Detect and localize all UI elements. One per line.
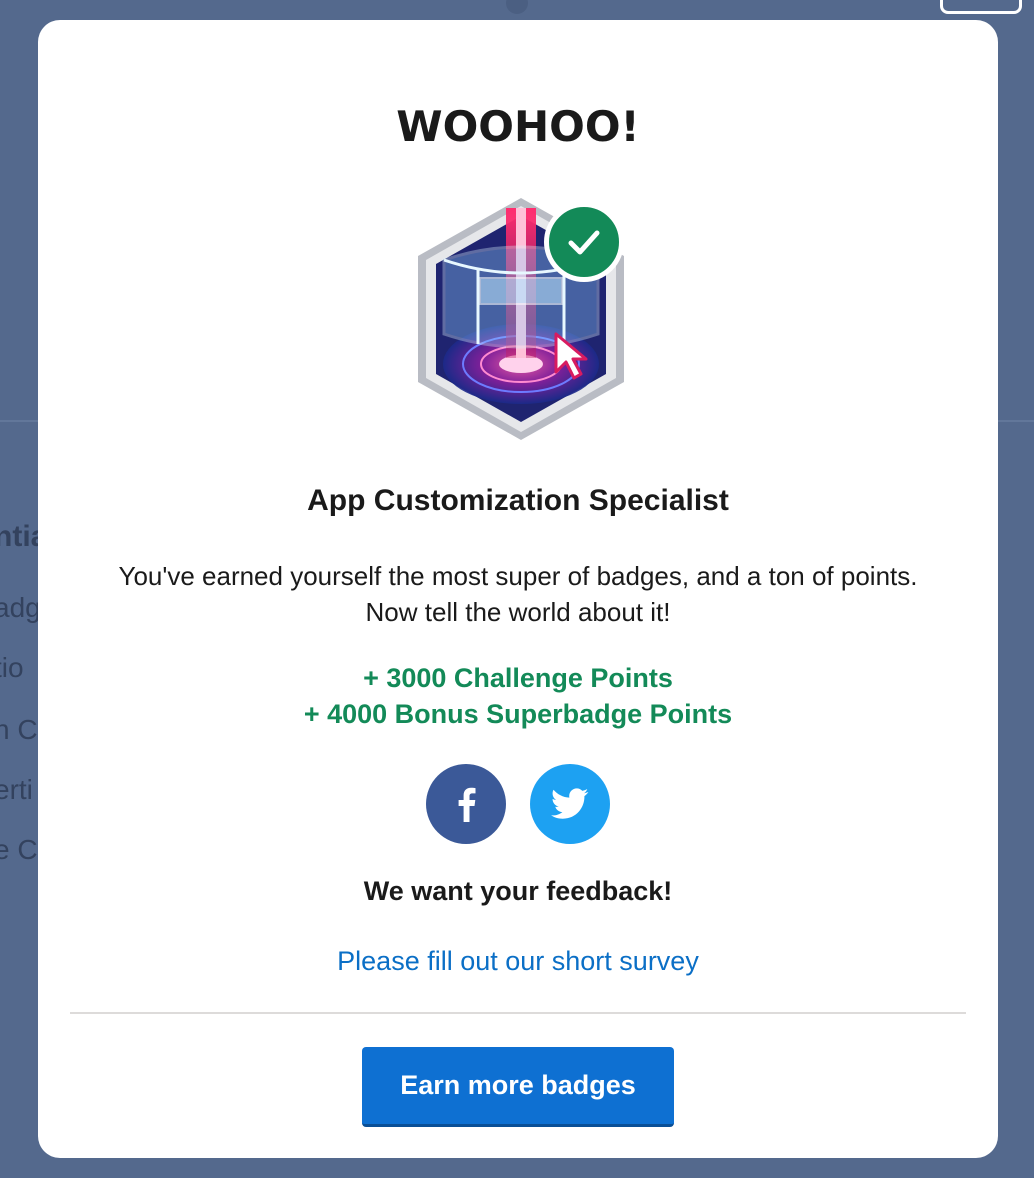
background-list-item: tio	[0, 652, 24, 683]
superbadge-icon	[406, 194, 636, 444]
background-list-item: erti	[0, 774, 33, 805]
earn-more-badges-button[interactable]: Earn more badges	[362, 1047, 674, 1127]
badge-earned-modal: WOOHOO! App Customization Specialist You…	[38, 20, 998, 1158]
background-button	[940, 0, 1022, 14]
survey-link[interactable]: Please fill out our short survey	[38, 946, 998, 977]
feedback-heading: We want your feedback!	[363, 876, 673, 906]
facebook-icon	[458, 787, 476, 822]
challenge-points: + 3000 Challenge Points	[363, 663, 673, 693]
congrats-message: You've earned yourself the most super of…	[118, 561, 918, 627]
background-list-item: e C	[0, 834, 38, 865]
share-twitter-button[interactable]	[530, 764, 610, 844]
checkmark-icon	[544, 202, 624, 282]
badge-name: App Customization Specialist	[307, 484, 729, 517]
modal-title: WOOHOO!	[396, 102, 640, 151]
background-list-item: adg	[0, 592, 41, 623]
twitter-icon	[551, 788, 589, 819]
share-facebook-button[interactable]	[426, 764, 506, 844]
bonus-points: + 4000 Bonus Superbadge Points	[303, 699, 733, 729]
background-list-item: n C	[0, 714, 38, 745]
background-avatar	[506, 0, 528, 14]
points-summary: + 3000 Challenge Points + 4000 Bonus Sup…	[38, 660, 998, 732]
social-share	[426, 764, 610, 844]
footer-divider	[70, 1012, 966, 1014]
